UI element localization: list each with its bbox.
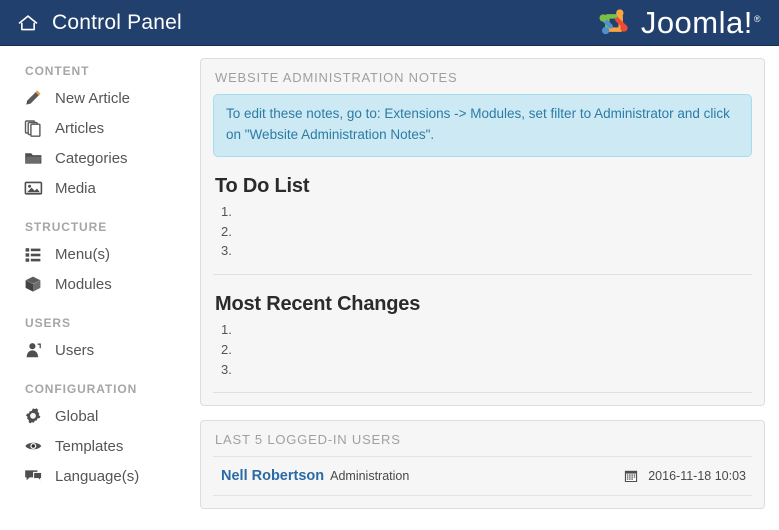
calendar-icon <box>621 466 641 486</box>
sidebar-item-users[interactable]: Users <box>0 335 200 365</box>
pencil-icon <box>23 88 43 108</box>
sidebar-item-label: New Article <box>55 89 131 107</box>
user-name-link[interactable]: Nell Robertson <box>221 468 324 484</box>
sidebar: CONTENT New Article Articles Categories … <box>0 46 200 491</box>
notes-info-box: To edit these notes, go to: Extensions -… <box>213 94 752 157</box>
panel-title: WEBSITE ADMINISTRATION NOTES <box>215 70 458 85</box>
sidebar-item-categories[interactable]: Categories <box>0 143 200 173</box>
sidebar-item-label: Global <box>55 407 99 425</box>
sidebar-item-label: Media <box>55 179 96 197</box>
list-item: 3. <box>221 243 232 259</box>
home-icon[interactable] <box>18 13 38 33</box>
speech-bubble-icon <box>23 466 43 486</box>
sidebar-group-content-title: CONTENT <box>25 64 90 78</box>
todo-list: 1. 2. 3. <box>213 202 752 261</box>
sidebar-item-modules[interactable]: Modules <box>0 269 200 299</box>
website-administration-notes-panel: WEBSITE ADMINISTRATION NOTES To edit the… <box>200 58 765 407</box>
sidebar-item-templates[interactable]: Templates <box>0 431 200 461</box>
copy-pages-icon <box>23 118 43 138</box>
list-icon <box>23 244 43 264</box>
last-logged-in-users-panel: LAST 5 LOGGED-IN USERS Nell Robertson Ad… <box>200 420 765 510</box>
sidebar-item-global[interactable]: Global <box>0 401 200 431</box>
image-icon <box>23 178 43 198</box>
list-item: 2. <box>221 341 232 357</box>
user-identity: Nell Robertson Administration <box>221 468 409 484</box>
cube-icon <box>23 274 43 294</box>
sidebar-group-users-title: USERS <box>25 316 71 330</box>
list-item: 1. <box>221 203 232 219</box>
table-row: Nell Robertson Administration 2016-11-18… <box>213 456 752 497</box>
recent-changes-list: 1. 2. 3. <box>213 320 752 379</box>
user-login-time: 2016-11-18 10:03 <box>621 466 746 486</box>
page-body: CONTENT New Article Articles Categories … <box>0 46 779 530</box>
eye-icon <box>23 436 43 456</box>
sidebar-item-new-article[interactable]: New Article <box>0 83 200 113</box>
sidebar-item-label: Users <box>55 341 95 359</box>
divider <box>213 274 752 276</box>
registered-mark: ® <box>753 13 761 24</box>
user-icon <box>23 340 43 360</box>
sidebar-item-label: Categories <box>55 149 128 167</box>
user-role-label: Administration <box>330 469 410 484</box>
most-recent-changes-heading: Most Recent Changes <box>215 293 421 316</box>
sidebar-group-configuration-title: CONFIGURATION <box>25 382 138 396</box>
login-timestamp: 2016-11-18 10:03 <box>648 469 746 484</box>
sidebar-item-label: Menu(s) <box>55 245 111 263</box>
list-item: 1. <box>221 322 232 338</box>
sidebar-item-label: Templates <box>55 437 124 455</box>
joomla-mark-icon <box>599 8 628 34</box>
todo-list-heading: To Do List <box>215 174 310 197</box>
folder-icon <box>23 148 43 168</box>
sidebar-item-articles[interactable]: Articles <box>0 113 200 143</box>
app-header: Control Panel Joomla!® <box>0 0 779 46</box>
header-left-group: Control Panel <box>18 11 182 35</box>
sidebar-item-languages[interactable]: Language(s) <box>0 461 200 491</box>
sidebar-item-label: Language(s) <box>55 467 140 485</box>
sidebar-item-media[interactable]: Media <box>0 173 200 203</box>
brand-name-text: Joomla! <box>640 5 753 40</box>
joomla-wordmark: Joomla!® <box>641 7 761 38</box>
joomla-logo[interactable]: Joomla!® <box>594 3 765 43</box>
list-item: 3. <box>221 361 232 377</box>
sidebar-group-structure-title: STRUCTURE <box>25 220 108 234</box>
list-item: 2. <box>221 223 232 239</box>
page-title: Control Panel <box>52 10 182 34</box>
panel-title: LAST 5 LOGGED-IN USERS <box>215 432 401 448</box>
divider <box>213 392 752 394</box>
main-content: WEBSITE ADMINISTRATION NOTES To edit the… <box>200 46 779 523</box>
sidebar-item-menus[interactable]: Menu(s) <box>0 239 200 269</box>
sidebar-item-label: Articles <box>55 119 105 137</box>
sidebar-item-label: Modules <box>55 275 112 293</box>
gear-icon <box>23 406 43 426</box>
